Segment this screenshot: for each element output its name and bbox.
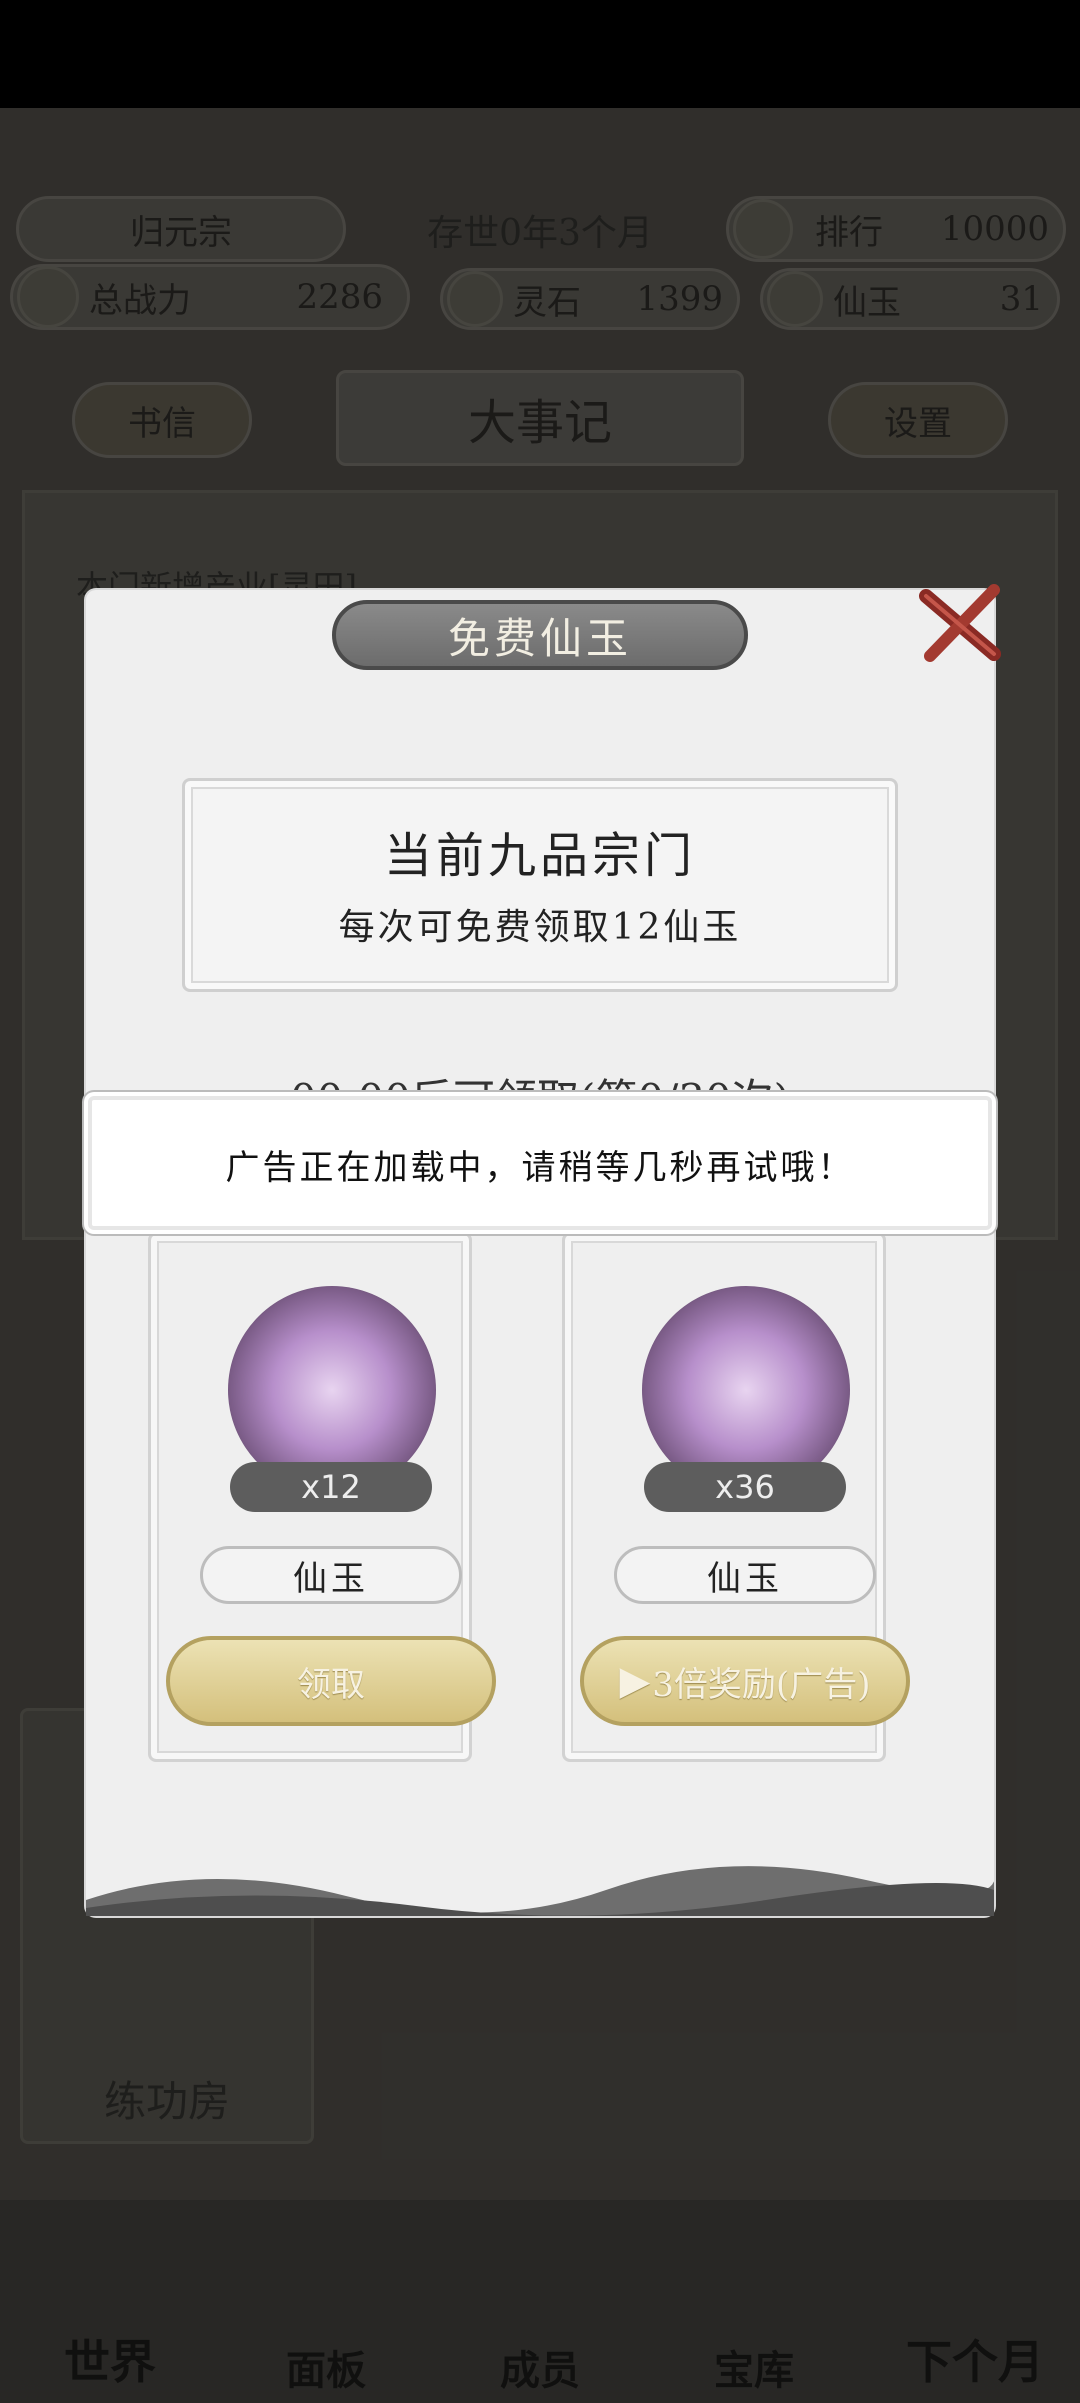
reward-count: x12 (230, 1462, 432, 1512)
reward-count: x36 (644, 1462, 846, 1512)
toast-message: 广告正在加载中，请稍等几秒再试哦！ (225, 1148, 855, 1188)
reward-name: 仙玉 (614, 1546, 876, 1604)
play-icon: ▶ (619, 1658, 651, 1704)
ad-triple-reward-label: 3倍奖励(广告) (652, 1664, 871, 1705)
reward-name: 仙玉 (200, 1546, 462, 1604)
close-icon[interactable] (912, 576, 1008, 672)
claim-timer: 00:00后可领取(第0/30次) (289, 1075, 791, 1100)
sect-grade-subtitle: 每次可免费领取12仙玉 (338, 907, 742, 948)
sect-grade-title: 当前九品宗门 (383, 828, 696, 884)
claim-button[interactable]: 领取 (166, 1636, 496, 1726)
modal-decoration (86, 1840, 995, 1916)
modal-title: 免费仙玉 (332, 600, 748, 670)
ad-triple-reward-button[interactable]: ▶ 3倍奖励(广告) (580, 1636, 910, 1726)
modal-title-text: 免费仙玉 (447, 613, 632, 663)
